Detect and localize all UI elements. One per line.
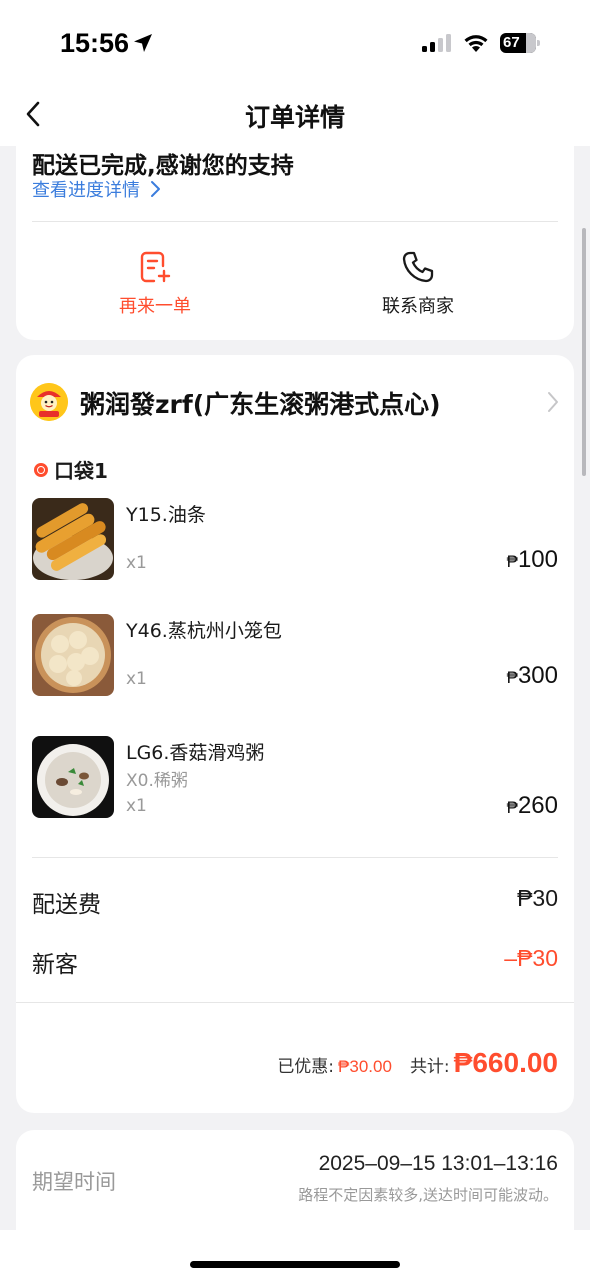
status-bar: 15:56 67 [0, 0, 590, 80]
item-quantity: x1 [126, 669, 147, 689]
item-price: ₱100 [506, 546, 558, 573]
battery-level: 67 [503, 34, 520, 51]
battery-icon: 67 [500, 33, 540, 53]
status-time: 15:56 [60, 28, 130, 58]
order-item: Y46.蒸杭州小笼包 x1 ₱300 [32, 614, 558, 696]
fee-label: 配送费 [32, 892, 101, 918]
wifi-icon [464, 35, 488, 52]
progress-details-link[interactable]: 查看进度详情 [32, 176, 162, 202]
page-title: 订单详情 [244, 103, 345, 132]
cellular-signal-icon [422, 34, 451, 52]
home-indicator[interactable] [190, 1261, 400, 1268]
contact-merchant-button[interactable]: 联系商家 [343, 250, 493, 318]
shop-logo [30, 383, 68, 421]
expected-time-card: 期望时间 2025–09–15 13:01–13:16 路程不定因素较多,送达时… [16, 1130, 574, 1230]
total-label: 共计: [409, 1057, 450, 1077]
shop-name: 粥润發zrf(广东生滚粥港式点心) [80, 390, 441, 419]
scrollbar[interactable] [582, 228, 586, 476]
bag-label: 口袋1 [54, 459, 108, 483]
fee-value: –₱30 [504, 945, 558, 971]
order-item: Y15.油条 x1 ₱100 [32, 498, 558, 580]
reorder-label: 再来一单 [119, 296, 191, 317]
discount-label: 已优惠: [277, 1057, 335, 1077]
reorder-icon [140, 251, 171, 283]
order-item: LG6.香菇滑鸡粥 X0.稀粥 x1 ₱260 [32, 736, 558, 819]
delivery-status-card: 配送已完成,感谢您的支持 查看进度详情 再来一单 联系商家 [16, 146, 574, 340]
divider [16, 1002, 574, 1003]
reorder-button[interactable]: 再来一单 [80, 250, 230, 318]
item-price: ₱260 [506, 792, 558, 819]
item-image-xiaolongbao [32, 614, 114, 696]
fee-value: ₱30 [517, 885, 558, 911]
item-image-congee [32, 736, 114, 818]
chevron-right-icon [151, 181, 160, 197]
discount-value: ₱30.00 [338, 1057, 392, 1076]
contact-merchant-label: 联系商家 [382, 296, 454, 317]
divider [32, 857, 558, 858]
item-image-youtiao [32, 498, 114, 580]
divider [32, 221, 558, 222]
item-name: Y15.油条 [126, 504, 206, 526]
fee-label: 新客 [32, 952, 78, 978]
bottom-safe-area [0, 1230, 590, 1280]
expected-time-note: 路程不定因素较多,送达时间可能波动。 [298, 1186, 558, 1204]
order-card: 粥润發zrf(广东生滚粥港式点心) 口袋1 Y15.油条 x1 ₱100 Y46… [16, 355, 574, 1113]
delivery-status-text: 配送已完成,感谢您的支持 [32, 153, 294, 179]
item-name: Y46.蒸杭州小笼包 [126, 620, 282, 642]
item-name: LG6.香菇滑鸡粥 [126, 742, 265, 764]
bag-dot-icon [34, 462, 48, 477]
item-spec: X0.稀粥 [126, 771, 188, 791]
shop-header[interactable]: 粥润發zrf(广东生滚粥港式点心) [30, 383, 560, 423]
item-quantity: x1 [126, 796, 147, 816]
expected-time-value: 2025–09–15 13:01–13:16 [318, 1152, 558, 1175]
total-value: ₱660.00 [453, 1047, 558, 1078]
phone-icon [402, 251, 434, 283]
item-quantity: x1 [126, 553, 147, 573]
progress-link-label: 查看进度详情 [32, 180, 140, 201]
chevron-right-icon [548, 392, 558, 412]
location-arrow-icon [134, 34, 152, 52]
item-price: ₱300 [506, 662, 558, 689]
expected-time-label: 期望时间 [32, 1170, 116, 1194]
bag-header: 口袋1 [34, 455, 108, 484]
new-customer-discount-row: 新客 –₱30 [32, 945, 558, 981]
delivery-fee-row: 配送费 ₱30 [32, 885, 558, 921]
order-summary: 已优惠: ₱30.00 共计: ₱660.00 [277, 1047, 558, 1079]
nav-bar: 订单详情 [0, 80, 590, 146]
